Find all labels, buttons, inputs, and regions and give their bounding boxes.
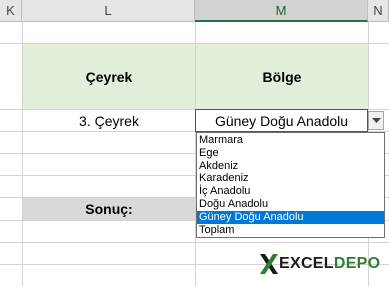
cell-quarter-value[interactable]: 3. Çeyrek: [23, 110, 195, 131]
column-header-m[interactable]: M: [195, 0, 368, 22]
option-akdeniz[interactable]: Akdeniz: [197, 160, 384, 173]
gridline: [0, 242, 389, 243]
header-cell-quarter[interactable]: Çeyrek: [23, 44, 195, 109]
column-header-l[interactable]: L: [22, 0, 195, 22]
header-quarter-label: Çeyrek: [85, 68, 133, 85]
column-header-n[interactable]: N: [368, 0, 389, 22]
result-label-cell[interactable]: Sonuç:: [23, 198, 195, 220]
header-region-label: Bölge: [262, 68, 302, 85]
dropdown-button[interactable]: [368, 111, 384, 130]
logo-word-excel: EXCEL: [279, 255, 334, 272]
option-ic-anadolu[interactable]: İç Anadolu: [197, 185, 384, 198]
option-ege[interactable]: Ege: [197, 147, 384, 160]
active-cell-region[interactable]: Güney Doğu Anadolu: [195, 109, 368, 132]
column-header-k[interactable]: K: [0, 0, 22, 22]
chevron-down-icon: [371, 117, 381, 123]
logo-word-depo: DEPO: [333, 255, 381, 272]
option-dogu-anadolu[interactable]: Doğu Anadolu: [197, 198, 384, 211]
region-value-text: Güney Doğu Anadolu: [214, 112, 349, 129]
option-toplam[interactable]: Toplam: [197, 224, 384, 237]
option-marmara[interactable]: Marmara: [197, 134, 384, 147]
dropdown-list[interactable]: Marmara Ege Akdeniz Karadeniz İç Anadolu…: [196, 132, 385, 238]
exceldepo-logo: EXCEL DEPO: [259, 251, 387, 277]
result-label: Sonuç:: [85, 201, 133, 217]
x-logo-icon: [260, 254, 278, 274]
option-guney-dogu-anadolu[interactable]: Güney Doğu Anadolu: [197, 210, 384, 224]
header-cell-region[interactable]: Bölge: [196, 44, 368, 109]
option-karadeniz[interactable]: Karadeniz: [197, 172, 384, 185]
quarter-value-text: 3. Çeyrek: [79, 112, 139, 129]
